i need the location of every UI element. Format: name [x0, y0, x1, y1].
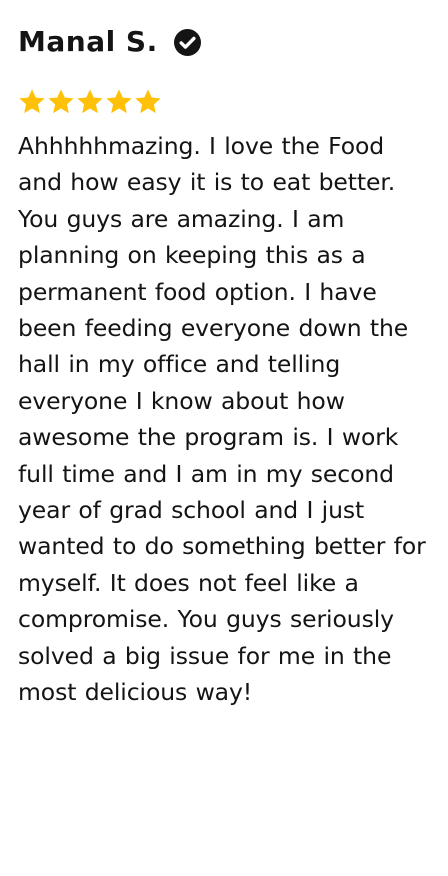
check-circle-icon [173, 28, 201, 56]
star-icon [135, 89, 161, 114]
star-icon [19, 89, 45, 114]
star-icon [106, 89, 132, 114]
reviewer-name: Manal S. [18, 25, 158, 58]
star-rating [18, 88, 430, 116]
star-icon [77, 89, 103, 114]
review-text: Ahhhhhmazing. I love the Food and how ea… [18, 132, 426, 707]
star-icon [48, 89, 74, 114]
reviewer-header: Manal S. [18, 24, 430, 60]
review-card: Manal S. Ahhhhhmazing. I love the Food a… [0, 0, 448, 876]
